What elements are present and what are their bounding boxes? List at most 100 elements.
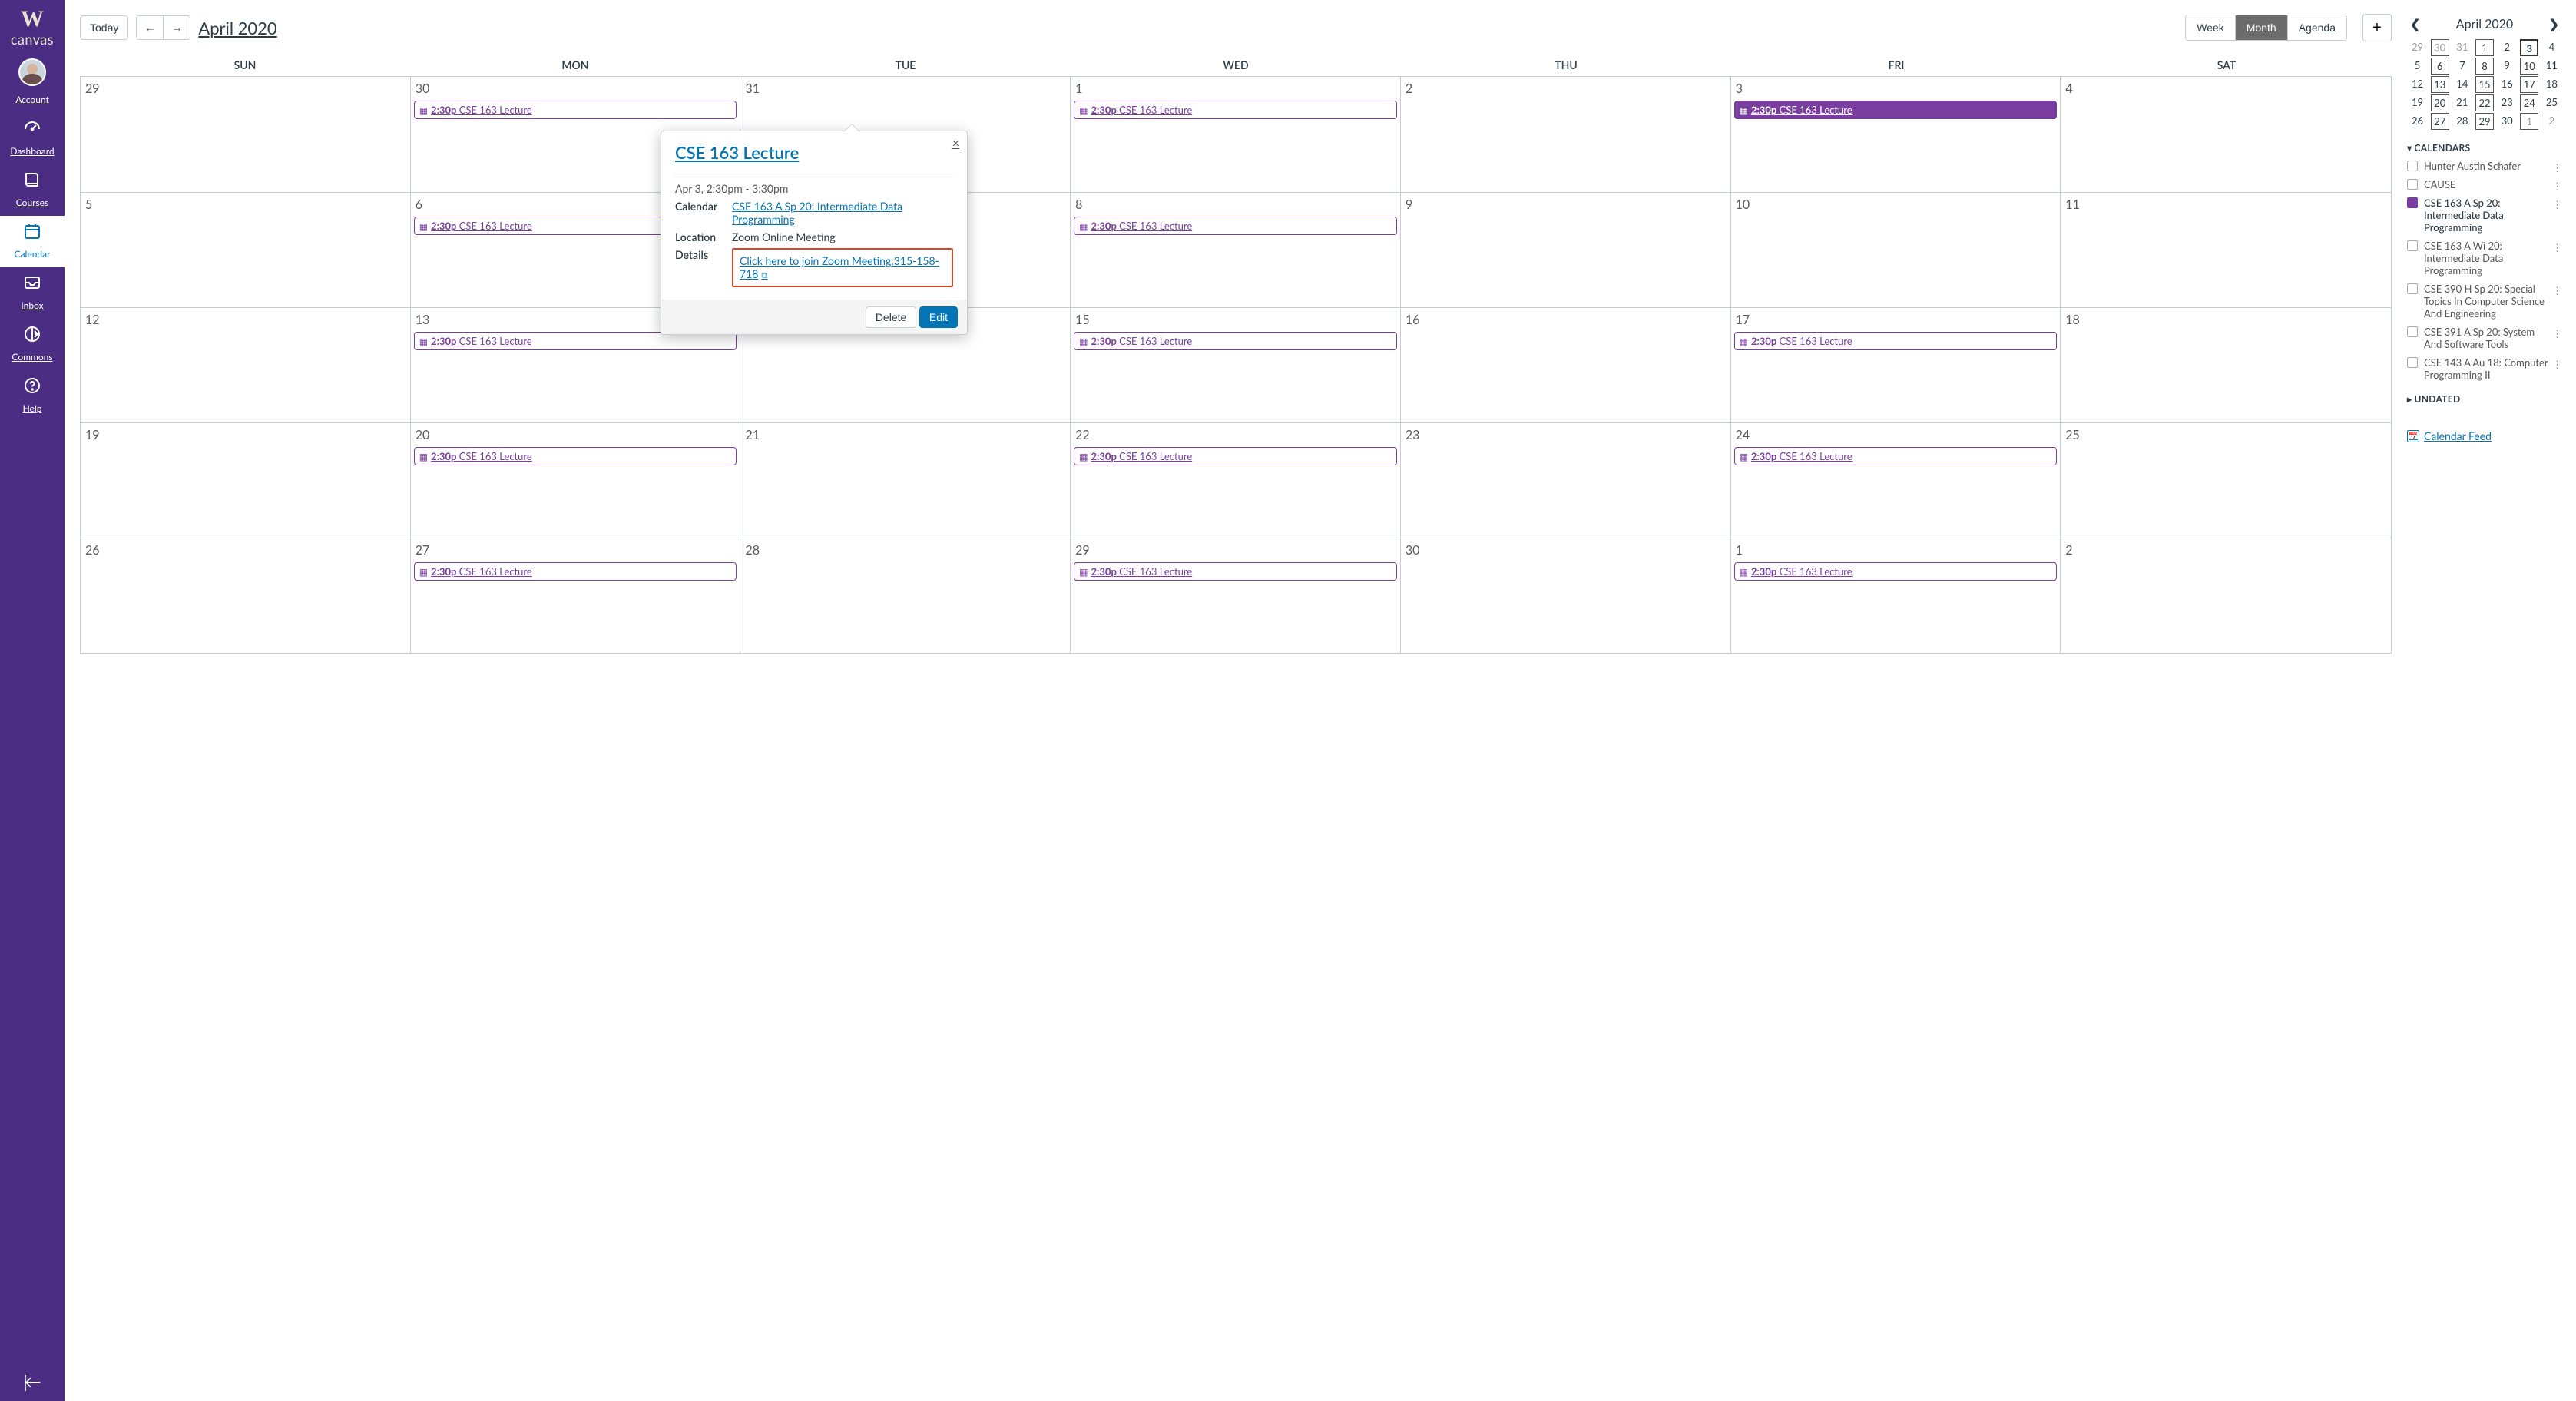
nav-commons[interactable]: Commons — [0, 319, 65, 370]
mini-day-cell[interactable]: 24 — [2520, 94, 2538, 111]
mini-day-cell[interactable]: 14 — [2453, 76, 2472, 93]
calendar-swatch[interactable] — [2407, 240, 2418, 251]
calendar-swatch[interactable] — [2407, 179, 2418, 190]
day-cell[interactable]: 19 — [81, 422, 411, 538]
prev-month-button[interactable]: ← — [137, 16, 164, 39]
mini-day-cell[interactable]: 29 — [2409, 39, 2427, 56]
event-chip[interactable]: ▦2:30p CSE 163 Lecture — [1074, 562, 1397, 581]
day-cell[interactable]: 26 — [81, 538, 411, 653]
day-cell[interactable]: 3▦2:30p CSE 163 Lecture — [1731, 77, 2061, 192]
day-cell[interactable]: 17▦2:30p CSE 163 Lecture — [1731, 307, 2061, 422]
view-week-button[interactable]: Week — [2186, 15, 2235, 40]
calendar-swatch[interactable] — [2407, 326, 2418, 337]
popover-title-link[interactable]: CSE 163 Lecture — [675, 142, 799, 163]
event-chip[interactable]: ▦2:30p CSE 163 Lecture — [414, 562, 737, 581]
mini-day-cell[interactable]: 29 — [2475, 113, 2494, 130]
mini-day-cell[interactable]: 11 — [2542, 58, 2561, 75]
popover-delete-button[interactable]: Delete — [866, 306, 916, 328]
mini-day-cell[interactable]: 22 — [2475, 94, 2494, 111]
mini-day-cell[interactable]: 12 — [2409, 76, 2427, 93]
nav-inbox[interactable]: Inbox — [0, 267, 65, 319]
mini-day-cell[interactable]: 25 — [2542, 94, 2561, 111]
mini-day-cell[interactable]: 9 — [2498, 58, 2516, 75]
day-cell[interactable]: 28 — [740, 538, 1071, 653]
undated-section-header[interactable]: UNDATED — [2407, 393, 2562, 405]
day-cell[interactable]: 29▦2:30p CSE 163 Lecture — [1071, 538, 1401, 653]
event-chip[interactable]: ▦2:30p CSE 163 Lecture — [1074, 447, 1397, 465]
popover-close-button[interactable]: × — [952, 136, 959, 151]
mini-day-cell[interactable]: 26 — [2409, 113, 2427, 130]
event-chip[interactable]: ▦2:30p CSE 163 Lecture — [414, 101, 737, 119]
mini-day-cell[interactable]: 30 — [2498, 113, 2516, 130]
day-cell[interactable]: 29 — [81, 77, 411, 192]
calendar-swatch[interactable] — [2407, 357, 2418, 368]
calendar-options-button[interactable]: ⋮ — [2552, 198, 2562, 211]
mini-day-cell[interactable]: 7 — [2453, 58, 2472, 75]
day-cell[interactable]: 9 — [1401, 192, 1731, 307]
calendar-list-item[interactable]: CSE 391 A Sp 20: System And Software Too… — [2407, 326, 2562, 350]
mini-day-cell[interactable]: 18 — [2542, 76, 2561, 93]
view-agenda-button[interactable]: Agenda — [2287, 15, 2346, 40]
calendar-options-button[interactable]: ⋮ — [2552, 241, 2562, 254]
day-cell[interactable]: 4 — [2061, 77, 2391, 192]
mini-day-cell[interactable]: 1 — [2475, 39, 2494, 56]
mini-day-cell[interactable]: 19 — [2409, 94, 2427, 111]
mini-day-cell[interactable]: 23 — [2498, 94, 2516, 111]
mini-day-cell[interactable]: 2 — [2542, 113, 2561, 130]
calendar-list-item[interactable]: CSE 390 H Sp 20: Special Topics In Compu… — [2407, 283, 2562, 320]
nav-help[interactable]: Help — [0, 370, 65, 422]
mini-day-cell[interactable]: 1 — [2520, 113, 2538, 130]
day-cell[interactable]: 8▦2:30p CSE 163 Lecture — [1071, 192, 1401, 307]
popover-calendar-link[interactable]: CSE 163 A Sp 20: Intermediate Data Progr… — [732, 200, 953, 226]
day-cell[interactable]: 1▦2:30p CSE 163 Lecture — [1071, 77, 1401, 192]
mini-prev-button[interactable]: ❮ — [2407, 14, 2423, 35]
calendar-options-button[interactable]: ⋮ — [2552, 284, 2562, 297]
mini-day-cell[interactable]: 8 — [2475, 58, 2494, 75]
day-cell[interactable]: 20▦2:30p CSE 163 Lecture — [411, 422, 741, 538]
mini-day-cell[interactable]: 13 — [2431, 76, 2449, 93]
day-cell[interactable]: 12 — [81, 307, 411, 422]
day-cell[interactable]: 18 — [2061, 307, 2391, 422]
collapse-nav-button[interactable] — [0, 1371, 65, 1392]
day-cell[interactable]: 11 — [2061, 192, 2391, 307]
day-cell[interactable]: 25 — [2061, 422, 2391, 538]
mini-day-cell[interactable]: 10 — [2520, 58, 2538, 75]
event-chip[interactable]: ▦2:30p CSE 163 Lecture — [1734, 447, 2058, 465]
mini-day-cell[interactable]: 31 — [2453, 39, 2472, 56]
event-chip[interactable]: ▦2:30p CSE 163 Lecture — [1734, 562, 2058, 581]
calendar-options-button[interactable]: ⋮ — [2552, 180, 2562, 193]
month-title[interactable]: April 2020 — [198, 18, 276, 38]
mini-day-cell[interactable]: 28 — [2453, 113, 2472, 130]
event-chip[interactable]: ▦2:30p CSE 163 Lecture — [1074, 101, 1397, 119]
mini-day-cell[interactable]: 17 — [2520, 76, 2538, 93]
calendars-section-header[interactable]: CALENDARS — [2407, 142, 2562, 154]
mini-day-cell[interactable]: 15 — [2475, 76, 2494, 93]
add-event-button[interactable]: + — [2362, 14, 2392, 41]
view-month-button[interactable]: Month — [2235, 15, 2287, 40]
popover-zoom-link[interactable]: Click here to join Zoom Meeting:315-158-… — [740, 254, 939, 280]
mini-day-cell[interactable]: 27 — [2431, 113, 2449, 130]
next-month-button[interactable]: → — [164, 16, 190, 39]
mini-day-cell[interactable]: 2 — [2498, 39, 2516, 56]
calendar-options-button[interactable]: ⋮ — [2552, 161, 2562, 174]
event-chip[interactable]: ▦2:30p CSE 163 Lecture — [1074, 332, 1397, 350]
mini-next-button[interactable]: ❯ — [2546, 14, 2562, 35]
calendar-list-item[interactable]: CSE 163 A Wi 20: Intermediate Data Progr… — [2407, 240, 2562, 277]
nav-account[interactable]: Account — [0, 52, 65, 113]
calendar-swatch[interactable] — [2407, 161, 2418, 171]
logo[interactable]: W canvas — [0, 0, 65, 52]
day-cell[interactable]: 21 — [740, 422, 1071, 538]
day-cell[interactable]: 5 — [81, 192, 411, 307]
mini-day-cell[interactable]: 16 — [2498, 76, 2516, 93]
calendar-list-item[interactable]: CSE 163 A Sp 20: Intermediate Data Progr… — [2407, 197, 2562, 234]
calendar-swatch[interactable] — [2407, 283, 2418, 294]
day-cell[interactable]: 30 — [1401, 538, 1731, 653]
popover-edit-button[interactable]: Edit — [919, 306, 958, 328]
day-cell[interactable]: 27▦2:30p CSE 163 Lecture — [411, 538, 741, 653]
day-cell[interactable]: 22▦2:30p CSE 163 Lecture — [1071, 422, 1401, 538]
calendar-swatch[interactable] — [2407, 197, 2418, 208]
nav-courses[interactable]: Courses — [0, 164, 65, 216]
mini-day-cell[interactable]: 21 — [2453, 94, 2472, 111]
calendar-options-button[interactable]: ⋮ — [2552, 327, 2562, 340]
day-cell[interactable]: 2 — [2061, 538, 2391, 653]
